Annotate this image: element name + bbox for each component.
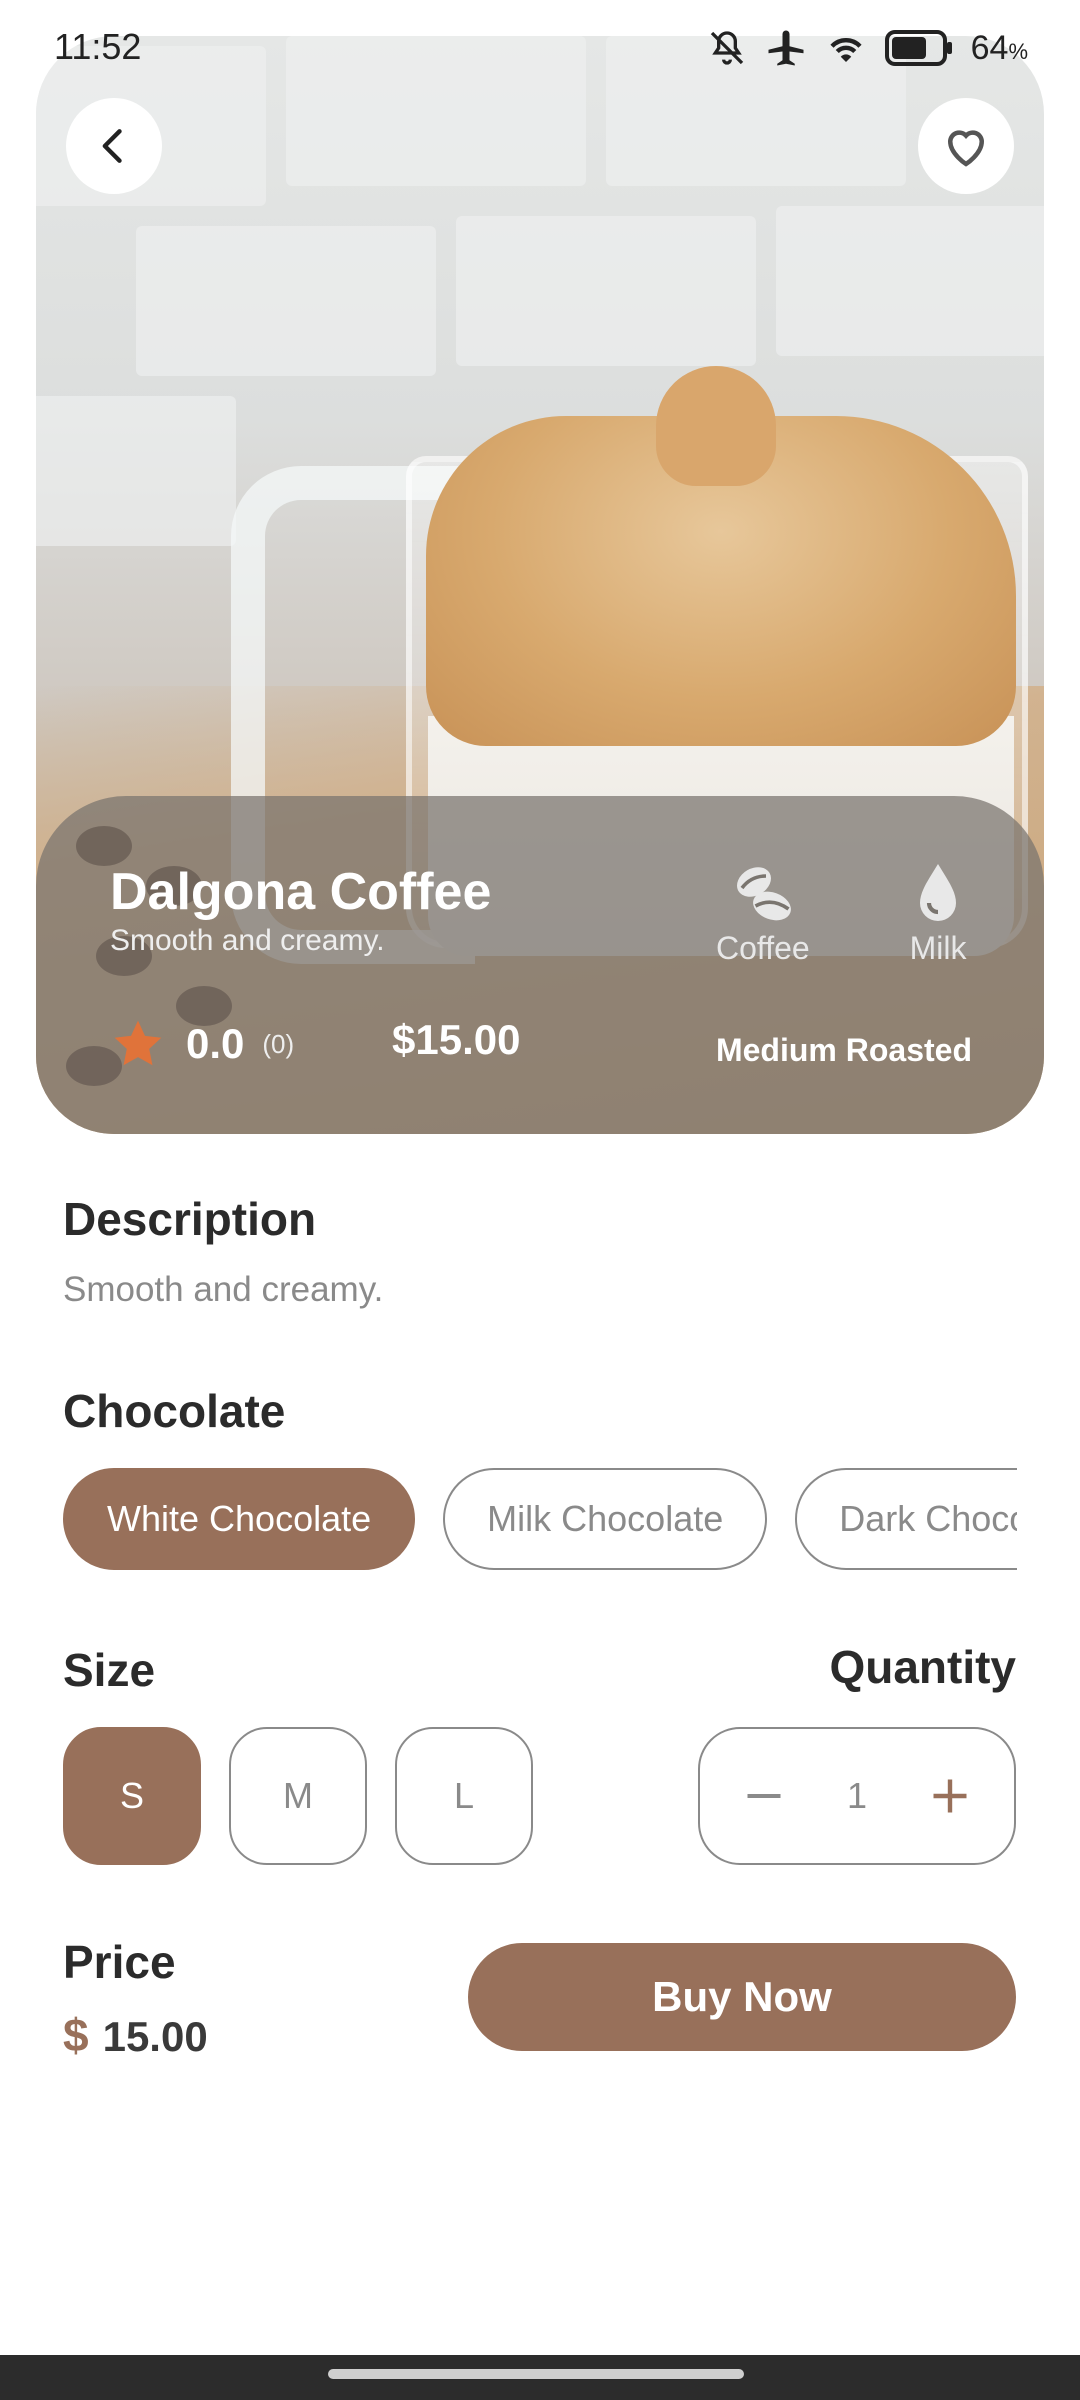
price-amount: 15.00	[102, 2013, 208, 2060]
chocolate-title: Chocolate	[63, 1385, 286, 1437]
coffee-bean-icon	[736, 867, 791, 921]
size-s-button[interactable]: S	[63, 1727, 201, 1865]
ingredient-milk: Milk	[902, 858, 974, 967]
ingredient-coffee-label: Coffee	[716, 930, 810, 966]
mute-icon	[710, 31, 743, 65]
rating-row: 0.0 (0)	[110, 1016, 294, 1072]
size-l-button[interactable]: L	[395, 1727, 533, 1865]
brick	[776, 206, 1044, 356]
brick	[456, 216, 756, 366]
brick	[36, 396, 236, 546]
ingredient-coffee: Coffee	[716, 858, 810, 967]
chevron-left-icon	[102, 129, 122, 163]
description-title: Description	[63, 1193, 317, 1245]
rating-count: (0)	[262, 1028, 295, 1059]
chocolate-options: White Chocolate Milk Chocolate Dark Choc…	[63, 1468, 1017, 1574]
brick	[136, 226, 436, 376]
total-price: $ 15.00	[63, 2008, 208, 2062]
milk-drop-icon	[920, 864, 956, 921]
back-button[interactable]	[66, 98, 162, 194]
status-icons: 64%	[707, 24, 1028, 72]
price-currency: $	[63, 2009, 89, 2061]
battery-percent: 64%	[970, 28, 1028, 67]
favorite-button[interactable]	[918, 98, 1014, 194]
price-label: Price	[63, 1936, 176, 1988]
status-bar: 11:52 64%	[0, 0, 1080, 96]
size-m-button[interactable]: M	[229, 1727, 367, 1865]
minus-icon[interactable]	[742, 1774, 786, 1818]
size-title: Size	[63, 1644, 156, 1696]
system-nav-bar	[0, 2355, 1080, 2400]
buy-now-button[interactable]: Buy Now	[468, 1943, 1016, 2051]
quantity-title: Quantity	[829, 1641, 1016, 1693]
product-name: Dalgona Coffee	[110, 863, 492, 921]
wifi-icon	[830, 38, 862, 62]
status-time: 11:52	[54, 26, 142, 67]
plus-icon[interactable]	[928, 1774, 972, 1818]
star-icon	[114, 1020, 162, 1066]
description-text: Smooth and creamy.	[63, 1270, 384, 1309]
product-price: $15.00	[392, 1016, 521, 1063]
chip-white-chocolate[interactable]: White Chocolate	[63, 1468, 416, 1570]
home-gesture-handle[interactable]	[328, 2369, 744, 2379]
quantity-value: 1	[846, 1775, 868, 1816]
coffee-foam-peak	[656, 366, 776, 486]
ingredient-milk-label: Milk	[909, 930, 967, 966]
chip-dark-chocolate[interactable]: Dark Chocolate	[795, 1468, 1017, 1570]
airplane-icon	[768, 30, 804, 66]
quantity-stepper: 1	[698, 1727, 1016, 1865]
roast-label: Medium Roasted	[715, 1032, 972, 1068]
chip-milk-chocolate[interactable]: Milk Chocolate	[443, 1468, 768, 1570]
product-subtitle: Smooth and creamy.	[110, 924, 385, 957]
heart-icon	[947, 130, 985, 167]
product-info-overlay: Dalgona Coffee Smooth and creamy. Coffee…	[36, 796, 1044, 1134]
size-options: S M L	[63, 1727, 533, 1865]
rating-value: 0.0	[186, 1020, 245, 1067]
battery-icon	[884, 30, 952, 66]
